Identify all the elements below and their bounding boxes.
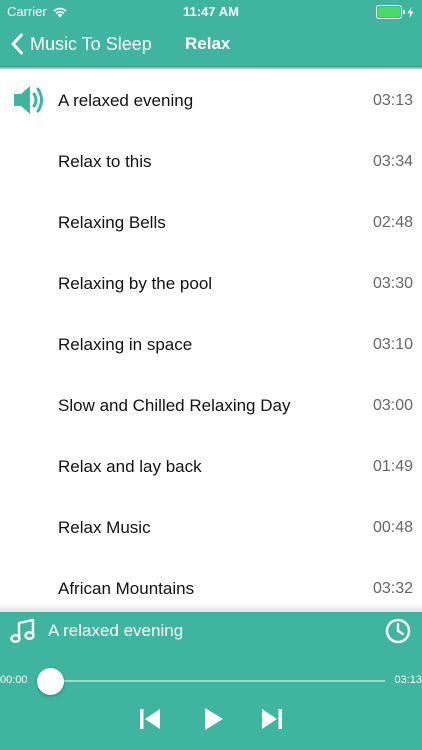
speaker-icon xyxy=(14,86,43,114)
chevron-left-icon xyxy=(11,33,23,55)
track-list: A relaxed evening 03:13 Relax to this 03… xyxy=(0,70,422,619)
clock-icon[interactable] xyxy=(385,618,411,644)
battery-body xyxy=(376,5,402,19)
track-duration: 03:00 xyxy=(372,396,413,414)
track-title: Relax and lay back xyxy=(58,456,202,476)
player-shadow xyxy=(0,604,422,612)
track-row[interactable]: Slow and Chilled Relaxing Day 03:00 xyxy=(0,375,422,436)
track-duration: 03:30 xyxy=(372,274,413,292)
track-duration: 03:10 xyxy=(372,335,413,353)
track-duration: 00:48 xyxy=(372,518,413,536)
status-time: 11:47 AM xyxy=(183,4,239,19)
track-title: A relaxed evening xyxy=(58,90,194,110)
track-row[interactable]: Relaxing Bells 02:48 xyxy=(0,192,422,253)
page-title: Relax xyxy=(185,34,231,53)
play-icon[interactable] xyxy=(199,706,227,732)
track-duration: 03:32 xyxy=(372,579,413,597)
remaining-time: 03:13 xyxy=(394,674,422,686)
mini-player: A relaxed evening 00:00 03:13 xyxy=(0,612,422,750)
track-title: Slow and Chilled Relaxing Day xyxy=(58,395,291,415)
status-bar: Carrier 11:47 AM xyxy=(0,0,422,22)
screen: Carrier 11:47 AM Music To Sleep Relax A … xyxy=(0,0,422,750)
track-row[interactable]: Relaxing in space 03:10 xyxy=(0,314,422,375)
track-duration: 01:49 xyxy=(372,457,413,475)
track-row[interactable]: Relax and lay back 01:49 xyxy=(0,436,422,497)
track-row[interactable]: Relax to this 03:34 xyxy=(0,131,422,192)
track-title: Relaxing Bells xyxy=(58,212,166,232)
track-row[interactable]: Relax Music 00:48 xyxy=(0,497,422,558)
track-row[interactable]: A relaxed evening 03:13 xyxy=(0,70,422,131)
skip-back-icon[interactable] xyxy=(136,706,164,732)
header: Carrier 11:47 AM Music To Sleep Relax xyxy=(0,0,422,66)
track-duration: 02:48 xyxy=(372,213,413,231)
battery-icon xyxy=(376,5,414,19)
track-title: Relax Music xyxy=(58,517,151,537)
now-playing-title: A relaxed evening xyxy=(48,621,184,640)
music-note-icon xyxy=(10,618,35,643)
charging-bolt-icon xyxy=(407,6,414,18)
progress-bar[interactable] xyxy=(50,680,385,682)
battery-fill xyxy=(378,7,400,17)
progress-scrubber[interactable] xyxy=(37,668,64,695)
track-row[interactable]: Relaxing by the pool 03:30 xyxy=(0,253,422,314)
track-title: Relax to this xyxy=(58,151,152,171)
track-title: Relaxing by the pool xyxy=(58,273,213,293)
skip-forward-icon[interactable] xyxy=(258,706,286,732)
back-label: Music To Sleep xyxy=(30,33,152,54)
track-title: African Mountains xyxy=(58,578,195,598)
track-duration: 03:34 xyxy=(372,152,413,170)
nav-bar: Music To Sleep Relax xyxy=(0,22,422,66)
track-duration: 03:13 xyxy=(372,91,413,109)
battery-cap xyxy=(403,10,405,14)
elapsed-time: 00:00 xyxy=(0,674,28,686)
back-button[interactable]: Music To Sleep xyxy=(10,22,152,66)
track-title: Relaxing in space xyxy=(58,334,193,354)
